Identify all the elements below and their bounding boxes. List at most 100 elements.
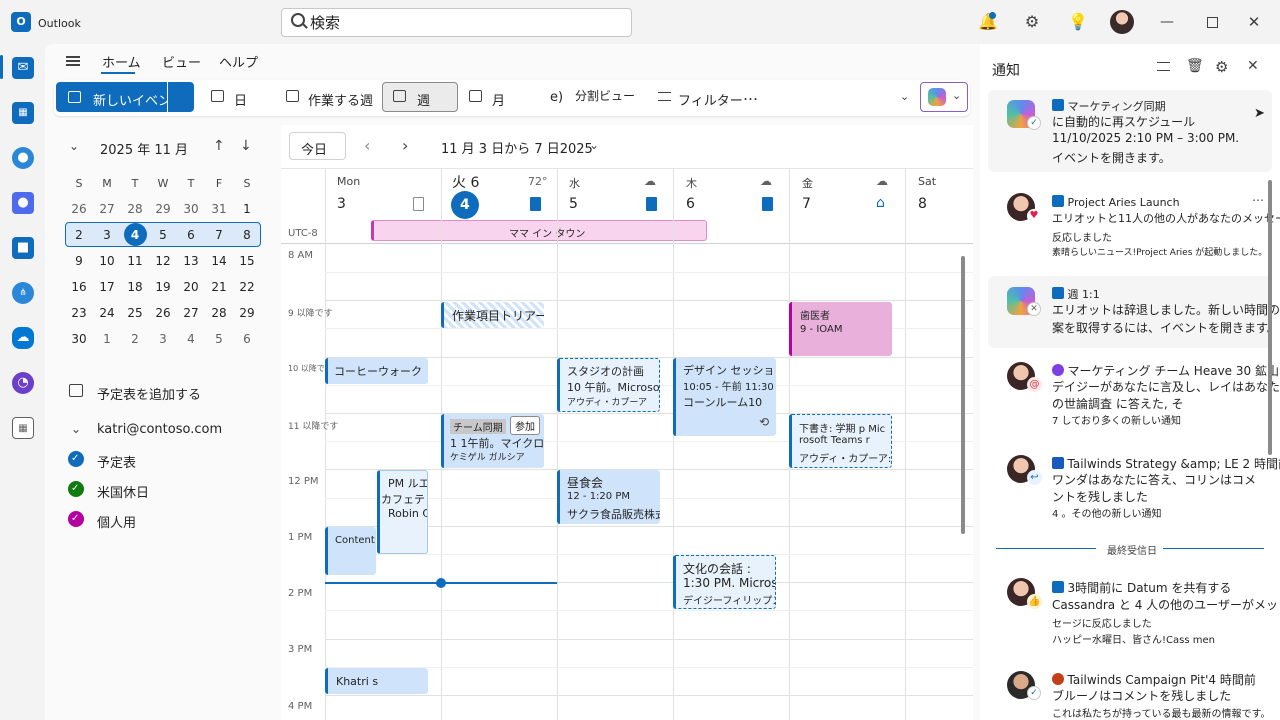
event-pm-cafeteria[interactable]: PM ルエ カフェテリア Robin C [377,470,428,554]
mini-calendar-day[interactable]: 28 [209,306,229,320]
viva-icon[interactable]: ◔ [12,372,34,394]
mini-calendar-day[interactable]: 16 [69,280,89,294]
mini-calendar-day[interactable]: 3 [97,228,117,242]
mini-calendar-day[interactable]: 5 [209,332,229,346]
mini-calendar-day[interactable]: 19 [153,280,173,294]
day-header-number[interactable]: 3 [337,196,346,212]
ribbon-expand-chevron-icon[interactable]: ⌄ [900,90,909,103]
event-culture-talk[interactable]: 文化の会話 : 1:30 PM. Microsoft デイジーフィリップス: [673,555,776,609]
mini-calendar-day[interactable]: 8 [237,228,257,242]
filter-icon[interactable] [1157,62,1170,71]
day-header-number[interactable]: 6 [686,196,695,212]
mini-calendar-day[interactable]: 27 [97,202,117,216]
event-studio-plan[interactable]: スタジオの計画 10 午前。Microsoft アウディ・カプーア [557,358,660,412]
close-pane-icon[interactable]: ✕ [1247,58,1259,74]
day-header-number[interactable]: 4 [460,197,470,213]
mini-calendar-day[interactable]: 29 [153,202,173,216]
mini-calendar-day[interactable]: 18 [125,280,145,294]
mini-calendar-day[interactable]: 29 [237,306,257,320]
mini-calendar-day[interactable]: 4 [125,228,145,242]
maximize-icon[interactable] [1207,17,1218,28]
event-content[interactable]: Content [325,527,376,575]
calendar-icon[interactable]: ▦ [12,102,34,124]
event-dentist[interactable]: 歯医者 9 - IOAM [789,302,892,356]
mini-calendar-day[interactable]: 28 [125,202,145,216]
mail-icon[interactable]: ✉ [12,57,34,79]
notification-scrollbar[interactable] [1268,180,1272,455]
lightbulb-icon[interactable]: 💡 [1068,12,1088,32]
gear-icon[interactable]: ⚙ [1215,58,1228,76]
mini-calendar-day[interactable]: 1 [97,332,117,346]
mini-calendar-day[interactable]: 14 [209,254,229,268]
calendar-item-us-holidays[interactable]: 米国休日 [97,482,149,501]
event-triage[interactable]: 作業項目トリアージ。 [441,302,544,328]
mini-calendar-day[interactable]: 30 [69,332,89,346]
account-collapse-icon[interactable]: ⌄ [71,422,81,436]
mini-calendar-day[interactable]: 30 [181,202,201,216]
groups-icon[interactable]: ● [12,192,34,214]
mini-calendar-day[interactable]: 6 [181,228,201,242]
more-apps-icon[interactable]: ▦ [12,417,34,439]
join-button[interactable]: 参加 [510,416,540,435]
more-options-button[interactable]: … [743,86,758,104]
calendar-checkbox-icon[interactable] [68,511,84,527]
day-header-number[interactable]: 8 [918,196,927,212]
mini-calendar-day[interactable]: 31 [209,202,229,216]
event-khatri[interactable]: Khatri s [325,668,428,694]
mini-calendar-day[interactable]: 15 [237,254,257,268]
close-icon[interactable]: ✕ [1244,12,1264,32]
work-week-button[interactable]: 作業する週 [308,90,373,109]
mini-calendar-title[interactable]: 2025 年 11 月 [100,139,188,158]
mini-calendar-day[interactable]: 24 [97,306,117,320]
to-do-icon[interactable]: ■ [12,237,34,259]
hamburger-menu-icon[interactable] [66,56,80,66]
tab-help[interactable]: ヘルプ [219,52,258,71]
mini-calendar-day[interactable]: 10 [97,254,117,268]
tab-home[interactable]: ホーム [102,52,141,71]
mini-calendar-day[interactable]: 21 [209,280,229,294]
gear-icon[interactable]: ⚙ [1022,12,1042,32]
people-icon[interactable]: ● [12,147,34,169]
mini-calendar-day[interactable]: 26 [69,202,89,216]
next-month-icon[interactable]: ↓ [240,138,252,154]
chevron-down-icon[interactable]: ⌄ [952,89,961,102]
calendar-item-personal[interactable]: 個人用 [97,512,136,531]
trash-icon[interactable]: 🗑 [1186,58,1204,74]
mini-calendar-collapse-icon[interactable]: ⌄ [69,139,79,153]
add-calendar-button[interactable]: 予定表を追加する [97,384,201,403]
mini-calendar-day[interactable]: 4 [181,332,201,346]
date-range-chevron-icon[interactable]: ⌄ [589,138,599,152]
org-explorer-icon[interactable]: ⋔ [12,282,34,304]
previous-week-icon[interactable]: ‹ [364,136,370,155]
mini-calendar-day[interactable]: 7 [209,228,229,242]
user-avatar[interactable] [1110,10,1134,34]
new-event-dropdown[interactable] [168,82,194,112]
mini-calendar-day[interactable]: 9 [69,254,89,268]
tab-view[interactable]: ビュー [162,52,201,71]
event-team-sync[interactable]: チーム同期 参加 1 1午前。マイクロソフト ケミゲル ガルシア [441,414,544,468]
next-week-icon[interactable]: › [402,136,408,155]
day-view-button[interactable]: 日 [234,90,247,109]
event-draft[interactable]: 下書き: 学期 p Mic rosoft Teams r アウディ・カプーア: [789,414,892,468]
mini-calendar-day[interactable]: 17 [97,280,117,294]
mini-calendar-day[interactable]: 13 [181,254,201,268]
filter-button[interactable]: フィルター [678,90,743,109]
mini-calendar-day[interactable]: 3 [153,332,173,346]
month-view-button[interactable]: 月 [492,90,505,109]
mini-calendar-day[interactable]: 22 [237,280,257,294]
event-design-session[interactable]: デザイン セッション 10:05 - 午前 11:30 コーンルーム10 ⟲ [673,358,776,436]
calendar-item-default[interactable]: 予定表 [97,452,136,471]
split-view-button[interactable]: 分割ビュー [575,87,635,104]
day-header-number[interactable]: 5 [569,196,578,212]
account-name[interactable]: katri@contoso.com [97,422,222,437]
onedrive-icon[interactable]: ☁ [12,327,34,349]
mini-calendar-day[interactable]: 2 [125,332,145,346]
mini-calendar-day[interactable]: 12 [153,254,173,268]
calendar-scrollbar[interactable] [961,256,965,534]
more-options-icon[interactable]: … [1252,190,1264,204]
mini-calendar-day[interactable]: 11 [125,254,145,268]
event-lunch[interactable]: 昼食会 12 - 1:20 PM サクラ食品販売株式会社 [557,470,660,524]
mini-calendar-day[interactable]: 5 [153,228,173,242]
mini-calendar-day[interactable]: 20 [181,280,201,294]
mini-calendar-day[interactable]: 23 [69,306,89,320]
